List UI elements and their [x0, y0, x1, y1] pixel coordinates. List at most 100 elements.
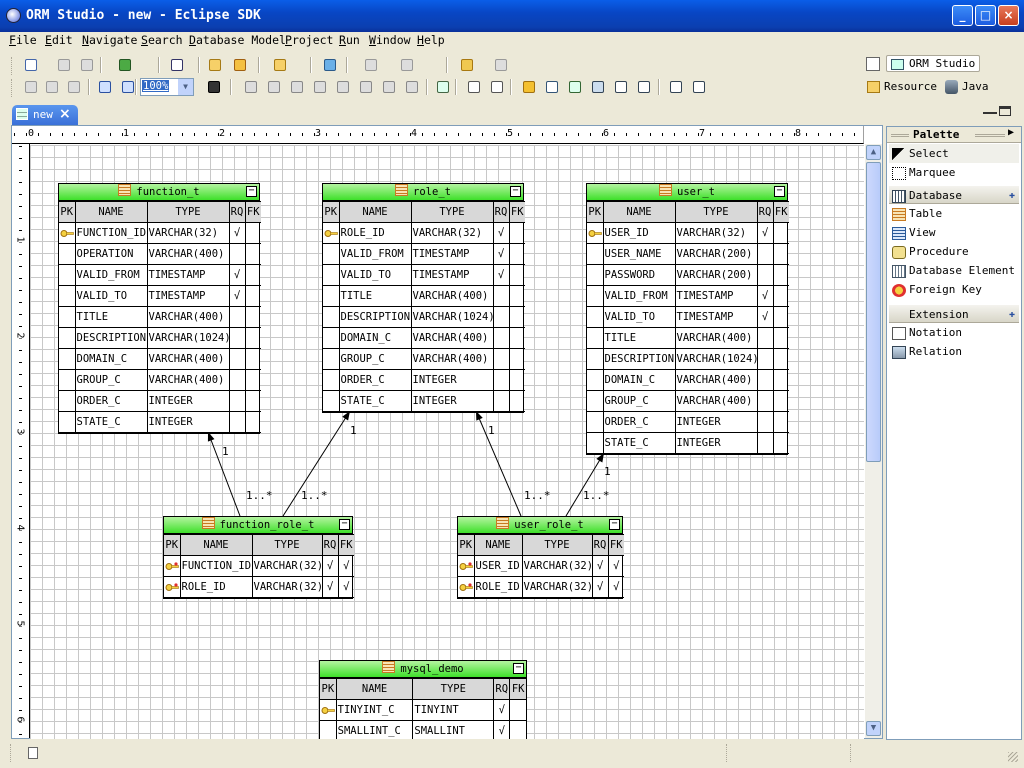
palette-drawer-database[interactable]: Database ✚ [889, 185, 1019, 204]
table-row[interactable]: PASSWORD VARCHAR(200) [587, 264, 789, 286]
generate-ddl-icon[interactable] [434, 78, 452, 96]
table-row[interactable]: DESCRIPTION VARCHAR(1024) [323, 306, 525, 328]
table-row[interactable]: TINYINT_C TINYINT √ [320, 699, 526, 721]
perspective-orm-studio[interactable]: ORM Studio [886, 55, 981, 72]
entity-user-role-t[interactable]: user_role_t − PK NAME TYPE RQ FK USER_ID VARCHAR… [457, 516, 624, 599]
grid-layout-icon[interactable] [488, 78, 506, 96]
collapse-icon[interactable]: − [246, 186, 257, 197]
entity-header[interactable]: function_t − [59, 184, 259, 201]
entity-function-t[interactable]: function_t − PK NAME TYPE RQ FK FUNCTION_ID VARC… [58, 183, 261, 434]
menu-database-model[interactable]: Database Model [189, 33, 286, 47]
entity-function-role-t[interactable]: function_role_t − PK NAME TYPE RQ FK FUNCTION_I… [163, 516, 354, 599]
align-center-icon[interactable] [265, 78, 283, 96]
close-button[interactable]: × [998, 5, 1019, 26]
pin-icon[interactable]: ✚ [1009, 305, 1015, 324]
palette-item-procedure[interactable]: Procedure [889, 242, 1019, 261]
search-icon[interactable] [271, 56, 289, 74]
entity-user-t[interactable]: user_t − PK NAME TYPE RQ FK USER_ID VARCHAR(32) √… [586, 183, 789, 455]
minimize-view-icon[interactable] [983, 106, 997, 114]
table-row[interactable]: DESCRIPTION VARCHAR(1024) [59, 327, 261, 349]
entity-role-t[interactable]: role_t − PK NAME TYPE RQ FK ROLE_ID VARCHAR(32) √… [322, 183, 525, 413]
scroll-down-icon[interactable]: ▼ [866, 721, 881, 736]
chevron-down-icon[interactable]: ▼ [178, 79, 193, 95]
table-row[interactable]: DOMAIN_C VARCHAR(400) [323, 327, 525, 349]
menu-run[interactable]: Run [339, 33, 360, 47]
menu-project[interactable]: Project [285, 33, 333, 47]
tab-new[interactable]: new × [12, 105, 78, 125]
relation-user-role-t-to-role-t[interactable]: 1..* 1 [475, 410, 551, 517]
fast-view-icon[interactable] [28, 747, 38, 759]
collapse-icon[interactable]: − [510, 186, 521, 197]
prev-annotation-icon[interactable] [398, 56, 416, 74]
table-row[interactable]: GROUP_C VARCHAR(400) [59, 369, 261, 391]
entity-header[interactable]: user_role_t − [458, 517, 622, 534]
palette-tool-select[interactable]: Select [889, 144, 1019, 163]
perspective-resource[interactable]: Resource [866, 80, 937, 93]
scroll-up-icon[interactable]: ▲ [866, 145, 881, 160]
table-row[interactable]: TITLE VARCHAR(400) [323, 285, 525, 307]
minimize-button[interactable]: _ [952, 5, 973, 26]
expand-icon[interactable] [667, 78, 685, 96]
connect-icon[interactable] [589, 78, 607, 96]
table-row[interactable]: USER_ID VARCHAR(32) √ [587, 222, 789, 244]
align-bottom-icon[interactable] [357, 78, 375, 96]
table-row[interactable]: ORDER_C INTEGER [587, 411, 789, 433]
table-row[interactable]: FUNCTION_ID VARCHAR(32) √ [59, 222, 261, 244]
entity-header[interactable]: user_t − [587, 184, 787, 201]
entity-header[interactable]: function_role_t − [164, 517, 352, 534]
zoom-in-icon[interactable] [96, 78, 114, 96]
align-left-icon[interactable] [242, 78, 260, 96]
table-row[interactable]: ORDER_C INTEGER [59, 390, 261, 412]
palette-item-database-element[interactable]: Database Element [889, 261, 1019, 280]
palette-tool-marquee[interactable]: Marquee [889, 163, 1019, 182]
align-middle-icon[interactable] [334, 78, 352, 96]
table-row[interactable]: SMALLINT_C SMALLINT √ [320, 720, 526, 739]
relation-function-role-t-to-function-t[interactable]: 1..* 1 [207, 431, 273, 517]
table-row[interactable]: USER_ID VARCHAR(32) √ √ [458, 555, 624, 577]
perspective-java[interactable]: Java [944, 80, 989, 94]
palette-collapse-icon[interactable]: ▶ [1008, 127, 1014, 138]
table-row[interactable]: ROLE_ID VARCHAR(32) √ √ [458, 576, 624, 598]
collapse-icon[interactable]: − [339, 519, 350, 530]
table-row[interactable]: ORDER_C INTEGER [323, 369, 525, 391]
new-icon[interactable] [22, 56, 40, 74]
table-row[interactable]: VALID_TO TIMESTAMP √ [59, 285, 261, 307]
zoom-combo[interactable]: 100% ▼ [140, 78, 194, 96]
save-all-icon[interactable] [78, 56, 96, 74]
collapse-icon[interactable] [690, 78, 708, 96]
database-icon[interactable] [520, 78, 538, 96]
table-row[interactable]: VALID_FROM TIMESTAMP √ [59, 264, 261, 286]
pin-icon[interactable]: ✚ [1009, 186, 1015, 205]
match-width-icon[interactable] [380, 78, 398, 96]
entity-header[interactable]: mysql_demo − [320, 661, 526, 678]
table-row[interactable]: STATE_C INTEGER [59, 411, 261, 433]
new-model-icon[interactable] [168, 56, 186, 74]
menu-search[interactable]: Search [141, 33, 183, 47]
palette-item-table[interactable]: Table [889, 204, 1019, 223]
back-icon[interactable] [458, 56, 476, 74]
import-icon[interactable] [566, 78, 584, 96]
collapse-icon[interactable]: − [513, 663, 524, 674]
relation-user-role-t-to-user-t[interactable]: 1..* 1 [565, 452, 611, 517]
table-row[interactable]: VALID_FROM TIMESTAMP √ [323, 243, 525, 265]
resize-grip-icon[interactable] [1008, 752, 1018, 762]
table-row[interactable]: VALID_TO TIMESTAMP √ [323, 264, 525, 286]
table-row[interactable]: DESCRIPTION VARCHAR(1024) [587, 348, 789, 370]
palette-item-foreign-key[interactable]: Foreign Key [889, 280, 1019, 299]
redo-icon[interactable] [65, 78, 83, 96]
table-row[interactable]: GROUP_C VARCHAR(400) [323, 348, 525, 370]
collapse-icon[interactable]: − [774, 186, 785, 197]
run-icon[interactable] [116, 56, 134, 74]
web-icon[interactable] [321, 56, 339, 74]
relation-function-role-t-to-role-t[interactable]: 1..* 1 [282, 410, 357, 517]
title-bar[interactable]: ORM Studio - new - Eclipse SDK _ □ × [0, 0, 1024, 32]
table-row[interactable]: ROLE_ID VARCHAR(32) √ √ [164, 576, 354, 598]
maximize-view-icon[interactable] [999, 106, 1011, 116]
delete-icon[interactable] [22, 78, 40, 96]
table-row[interactable]: TITLE VARCHAR(400) [59, 306, 261, 328]
properties-icon[interactable] [635, 78, 653, 96]
scroll-thumb[interactable] [866, 162, 881, 462]
table-row[interactable]: VALID_FROM TIMESTAMP √ [587, 285, 789, 307]
table-row[interactable]: DOMAIN_C VARCHAR(400) [587, 369, 789, 391]
palette-item-view[interactable]: View [889, 223, 1019, 242]
